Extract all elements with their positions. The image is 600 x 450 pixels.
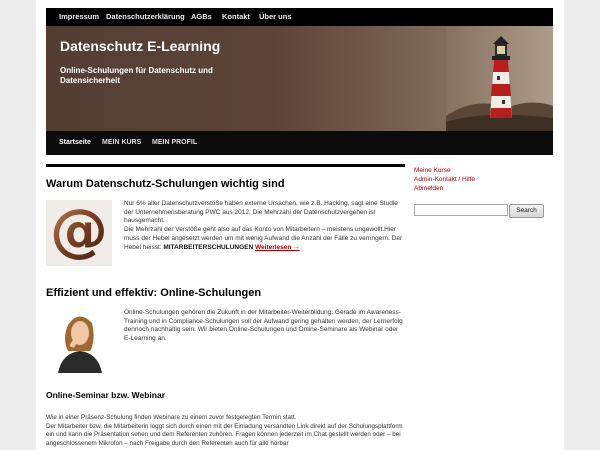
nav-startseite[interactable]: Startseite (59, 131, 91, 155)
svg-text:@: @ (50, 200, 108, 264)
top-nav-impressum[interactable]: Impressum (59, 8, 99, 26)
sidebar: Meine Kurse Admin-Kontakt / Hilfe Abmeld… (414, 166, 554, 218)
site-description: Online-Schulungen für Datenschutz und Da… (60, 66, 213, 85)
post-title-1[interactable]: Warum Datenschutz-Schulungen wichtig sin… (46, 178, 285, 190)
sidebar-link-meine-kurse[interactable]: Meine Kurse (414, 166, 554, 175)
top-nav-agbs[interactable]: AGBs (191, 8, 212, 26)
nav-mein-profil[interactable]: MEIN PROFIL (152, 131, 197, 155)
read-more-link[interactable]: Weiterlesen → (255, 244, 300, 251)
top-nav-ueber-uns[interactable]: Über uns (259, 8, 292, 26)
section-title: Online-Seminar bzw. Webinar (46, 390, 166, 400)
top-nav-datenschutzerklaerung[interactable]: Datenschutzerklärung (106, 8, 185, 26)
sidebar-link-abmelden[interactable]: Abmelden (414, 184, 554, 193)
search-input[interactable] (414, 204, 508, 216)
sidebar-link-admin-kontakt[interactable]: Admin-Kontakt / Hilfe (414, 175, 554, 184)
post-excerpt-2: Online-Schulungen gehören die Zukunft in… (124, 309, 403, 343)
at-sign-icon: @ (46, 200, 112, 266)
post-paragraph: Die Mehrzahl der Verstöße geht also auf … (124, 226, 404, 252)
post-paragraph: Nur 6% aller Datenschutzverstöße haben e… (124, 200, 398, 225)
top-nav-kontakt[interactable]: Kontakt (222, 8, 250, 26)
main-nav: Startseite MEIN KURS MEIN PROFIL (46, 131, 553, 155)
thinking-woman-photo (46, 307, 112, 373)
section-line: Der Mitarbeiter bzw. die Mitarbeiterin l… (46, 422, 403, 447)
page: Impressum Datenschutzerklärung AGBs Kont… (36, 0, 564, 450)
header-banner[interactable]: Datenschutz E-Learning Online-Schulungen… (46, 26, 553, 131)
section-line: Wie in einer Präsenz-Schulung finden Web… (46, 414, 297, 421)
content-area: Warum Datenschutz-Schulungen wichtig sin… (46, 164, 405, 447)
search-button[interactable]: Search (509, 204, 544, 218)
nav-mein-kurs[interactable]: MEIN KURS (102, 131, 141, 155)
site-title[interactable]: Datenschutz E-Learning (60, 38, 220, 54)
section-text: Wie in einer Präsenz-Schulung finden Web… (46, 414, 405, 448)
post-title-2[interactable]: Effizient und effektiv: Online-Schulunge… (46, 287, 261, 299)
lighthouse-image (446, 26, 553, 131)
top-nav: Impressum Datenschutzerklärung AGBs Kont… (46, 8, 553, 26)
post-excerpt-1: Nur 6% aller Datenschutzverstöße haben e… (124, 200, 404, 252)
emphasis-text: MITARBEITERSCHULUNGEN (163, 243, 254, 251)
